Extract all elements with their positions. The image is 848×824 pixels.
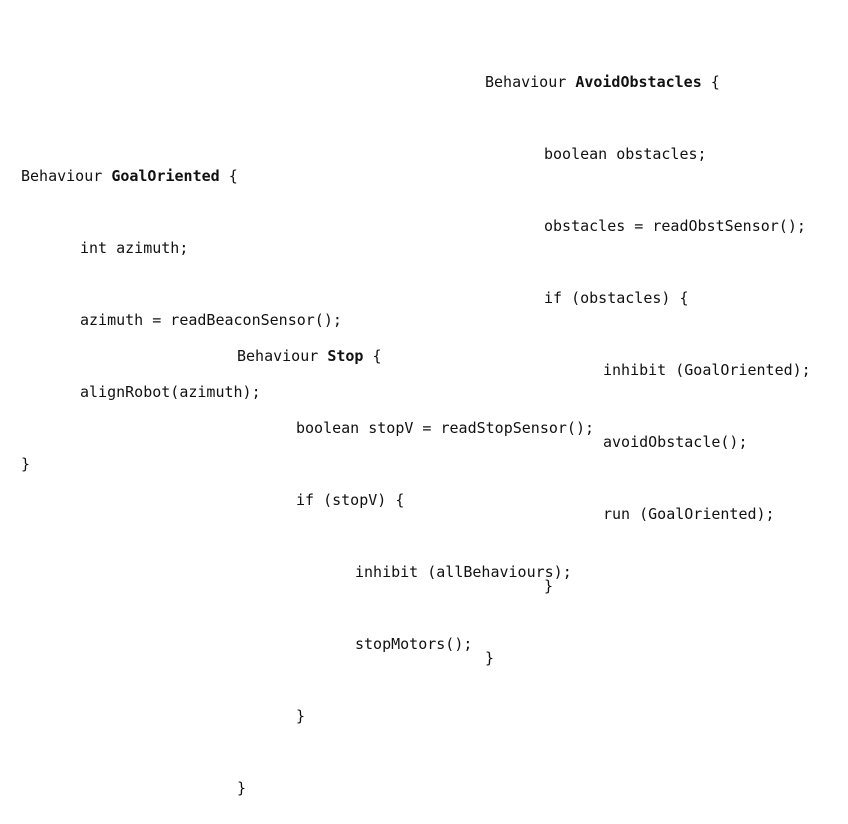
behaviour-name: GoalOriented: [111, 167, 220, 185]
code-line: stopMotors();: [355, 635, 473, 653]
avoid-obstacles-header: Behaviour AvoidObstacles {: [485, 70, 811, 94]
code-line: boolean stopV = readStopSensor();: [296, 419, 595, 437]
inner-close-brace: }: [296, 707, 306, 725]
open-brace: {: [228, 167, 238, 185]
behaviour-keyword: Behaviour: [485, 73, 567, 91]
behaviour-keyword: Behaviour: [237, 347, 319, 365]
code-line: int azimuth;: [80, 239, 189, 257]
code-line: inhibit (allBehaviours);: [355, 563, 572, 581]
behaviour-name: AvoidObstacles: [575, 73, 702, 91]
goal-oriented-header: Behaviour GoalOriented {: [21, 164, 342, 188]
behaviour-keyword: Behaviour: [21, 167, 103, 185]
open-brace: {: [710, 73, 720, 91]
open-brace: {: [372, 347, 382, 365]
behaviour-name: Stop: [327, 347, 364, 365]
stop-behaviour-block: Behaviour Stop { boolean stopV = readSto…: [237, 296, 594, 824]
stop-header: Behaviour Stop {: [237, 344, 594, 368]
code-line: boolean obstacles;: [544, 145, 707, 163]
code-line: obstacles = readObstSensor();: [544, 217, 806, 235]
close-brace: }: [237, 779, 247, 797]
